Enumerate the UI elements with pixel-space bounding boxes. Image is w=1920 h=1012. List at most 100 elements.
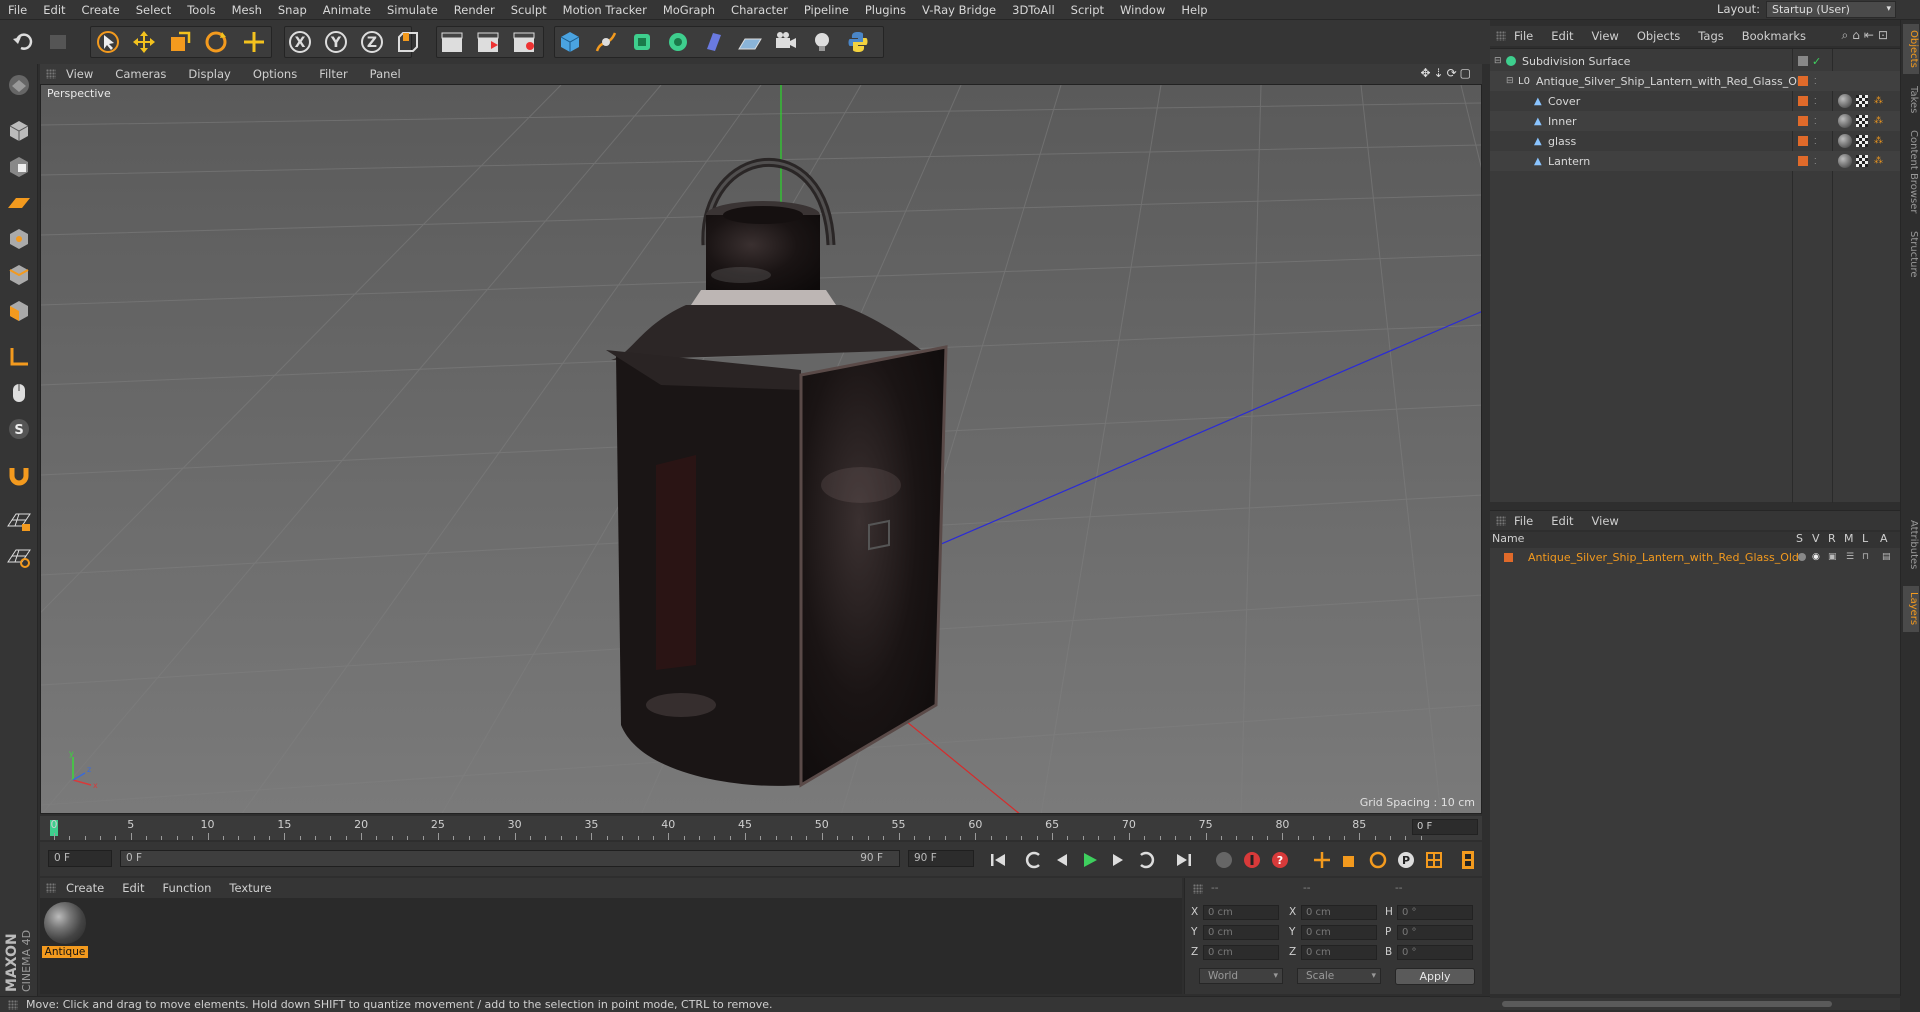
edges-mode-button[interactable] — [4, 260, 34, 290]
menu-motion-tracker[interactable]: Motion Tracker — [555, 3, 655, 17]
menu-sculpt[interactable]: Sculpt — [503, 3, 555, 17]
layer-menu-view[interactable]: View — [1592, 514, 1619, 528]
rotation-h-field[interactable]: 0 ° — [1397, 905, 1473, 920]
render-picture-viewer-button[interactable] — [474, 28, 502, 56]
previous-key-button[interactable] — [1022, 848, 1046, 872]
object-row-subdivision[interactable]: ⊟ Subdivision Surface ✓ — [1490, 51, 1900, 71]
material-menu-texture[interactable]: Texture — [229, 881, 271, 895]
key-scale-button[interactable] — [1338, 848, 1362, 872]
points-mode-button[interactable] — [4, 224, 34, 254]
timeline-ruler[interactable]: 051015202530354045505560657075808590 0 F — [40, 816, 1482, 840]
key-rotation-button[interactable] — [1366, 848, 1390, 872]
play-button[interactable] — [1078, 848, 1102, 872]
add-camera-button[interactable] — [772, 28, 800, 56]
object-menu-file[interactable]: File — [1514, 29, 1533, 43]
material-menu-create[interactable]: Create — [66, 881, 104, 895]
position-y-field[interactable]: 0 cm — [1203, 925, 1279, 940]
render-settings-button[interactable] — [510, 28, 538, 56]
viewport-menu-display[interactable]: Display — [188, 67, 230, 81]
axis-mode-button[interactable] — [4, 342, 34, 372]
polygons-mode-button[interactable] — [4, 296, 34, 326]
layer-menu-edit[interactable]: Edit — [1551, 514, 1573, 528]
viewport-menu-panel[interactable]: Panel — [370, 67, 401, 81]
redo-button[interactable] — [44, 28, 72, 56]
visibility-dots-icon[interactable]: ⁚ — [1814, 137, 1817, 146]
visibility-dots-icon[interactable]: ⁚ — [1814, 77, 1817, 86]
add-light-button[interactable] — [808, 28, 836, 56]
coordinate-system-button[interactable] — [394, 28, 422, 56]
phong-tag-icon[interactable]: ⁂ — [1874, 116, 1883, 126]
timeline-settings-button[interactable] — [1456, 848, 1480, 872]
layer-menu-file[interactable]: File — [1514, 514, 1533, 528]
layer-row[interactable]: Antique_Silver_Ship_Lantern_with_Red_Gla… — [1490, 548, 1900, 566]
size-x-field[interactable]: 0 cm — [1301, 905, 1377, 920]
lock-icon[interactable]: ⊓ — [1862, 552, 1869, 562]
end-frame-field[interactable]: 90 F — [908, 850, 974, 867]
last-tool-button[interactable] — [240, 28, 268, 56]
workplane-mode-button[interactable] — [4, 188, 34, 218]
magnet-button[interactable] — [4, 460, 34, 490]
solo-toggle-icon[interactable] — [1798, 553, 1806, 561]
object-menu-objects[interactable]: Objects — [1637, 29, 1680, 43]
collapse-icon[interactable]: ⊟ — [1506, 76, 1514, 86]
phong-tag-icon[interactable]: ⁂ — [1874, 136, 1883, 146]
menu-mograph[interactable]: MoGraph — [655, 3, 723, 17]
layer-color-swatch[interactable] — [1504, 552, 1513, 562]
layout-dropdown[interactable]: Startup (User) ▾ — [1766, 1, 1896, 18]
snap-button[interactable]: S — [4, 414, 34, 444]
object-row-lantern[interactable]: ▲ Lantern ⁚ ⁂ — [1490, 151, 1900, 171]
rotation-b-field[interactable]: 0 ° — [1397, 945, 1473, 960]
layer-color-swatch[interactable] — [1798, 76, 1808, 86]
viewport-menu-view[interactable]: View — [66, 67, 93, 81]
make-editable-button[interactable] — [4, 70, 34, 100]
key-pla-button[interactable] — [1422, 848, 1446, 872]
record-keys-button[interactable] — [1212, 848, 1236, 872]
object-menu-tags[interactable]: Tags — [1698, 29, 1723, 43]
go-to-end-button[interactable] — [1172, 848, 1196, 872]
object-row-inner[interactable]: ▲ Inner ⁚ ⁂ — [1490, 111, 1900, 131]
scrollbar-thumb[interactable] — [1502, 1001, 1832, 1007]
layer-color-swatch[interactable] — [1798, 136, 1808, 146]
menu-select[interactable]: Select — [128, 3, 179, 17]
object-search-icons[interactable]: ⌕⌂⇤⊡ — [1842, 28, 1892, 43]
x-axis-button[interactable]: X — [286, 28, 314, 56]
phong-tag-icon[interactable]: ⁂ — [1874, 156, 1883, 166]
menu-file[interactable]: File — [0, 3, 35, 17]
current-frame-field[interactable]: 0 F — [1412, 819, 1478, 835]
move-tool-button[interactable] — [130, 28, 158, 56]
position-x-field[interactable]: 0 cm — [1203, 905, 1279, 920]
collapse-icon[interactable]: ⊟ — [1494, 56, 1502, 66]
add-subdivision-button[interactable] — [628, 28, 656, 56]
object-row-glass[interactable]: ▲ glass ⁚ ⁂ — [1490, 131, 1900, 151]
visibility-dots-icon[interactable]: ⁚ — [1814, 157, 1817, 166]
uvw-tag-icon[interactable] — [1856, 155, 1868, 167]
viewport-menu-filter[interactable]: Filter — [319, 67, 347, 81]
menu-script[interactable]: Script — [1063, 3, 1112, 17]
layer-color-swatch[interactable] — [1798, 56, 1808, 66]
tab-layers[interactable]: Layers — [1903, 586, 1919, 632]
key-position-button[interactable] — [1310, 848, 1334, 872]
tab-attributes[interactable]: Attributes — [1903, 510, 1919, 580]
visibility-dots-icon[interactable]: ⁚ — [1814, 117, 1817, 126]
menu-create[interactable]: Create — [74, 3, 128, 17]
scale-tool-button[interactable] — [166, 28, 194, 56]
uvw-tag-icon[interactable] — [1856, 115, 1868, 127]
add-spline-pen-button[interactable] — [592, 28, 620, 56]
tab-structure[interactable]: Structure — [1903, 224, 1919, 284]
planar-workplane-button[interactable] — [4, 542, 34, 572]
menu-character[interactable]: Character — [723, 3, 796, 17]
horizontal-scrollbar[interactable] — [1490, 998, 1900, 1010]
rotate-tool-button[interactable] — [202, 28, 230, 56]
material-swatch[interactable]: Antique — [40, 898, 92, 962]
menu-vray-bridge[interactable]: V-Ray Bridge — [914, 3, 1004, 17]
go-to-start-button[interactable] — [986, 848, 1010, 872]
coordinate-mode-dropdown[interactable]: World ▾ — [1199, 968, 1283, 984]
render-view-button[interactable] — [438, 28, 466, 56]
menu-help[interactable]: Help — [1173, 3, 1215, 17]
keyframe-selection-button[interactable]: ? — [1268, 848, 1292, 872]
locked-workplane-button[interactable] — [4, 506, 34, 536]
object-menu-edit[interactable]: Edit — [1551, 29, 1573, 43]
size-mode-dropdown[interactable]: Scale ▾ — [1297, 968, 1381, 984]
previous-frame-button[interactable] — [1050, 848, 1074, 872]
layer-color-swatch[interactable] — [1798, 156, 1808, 166]
